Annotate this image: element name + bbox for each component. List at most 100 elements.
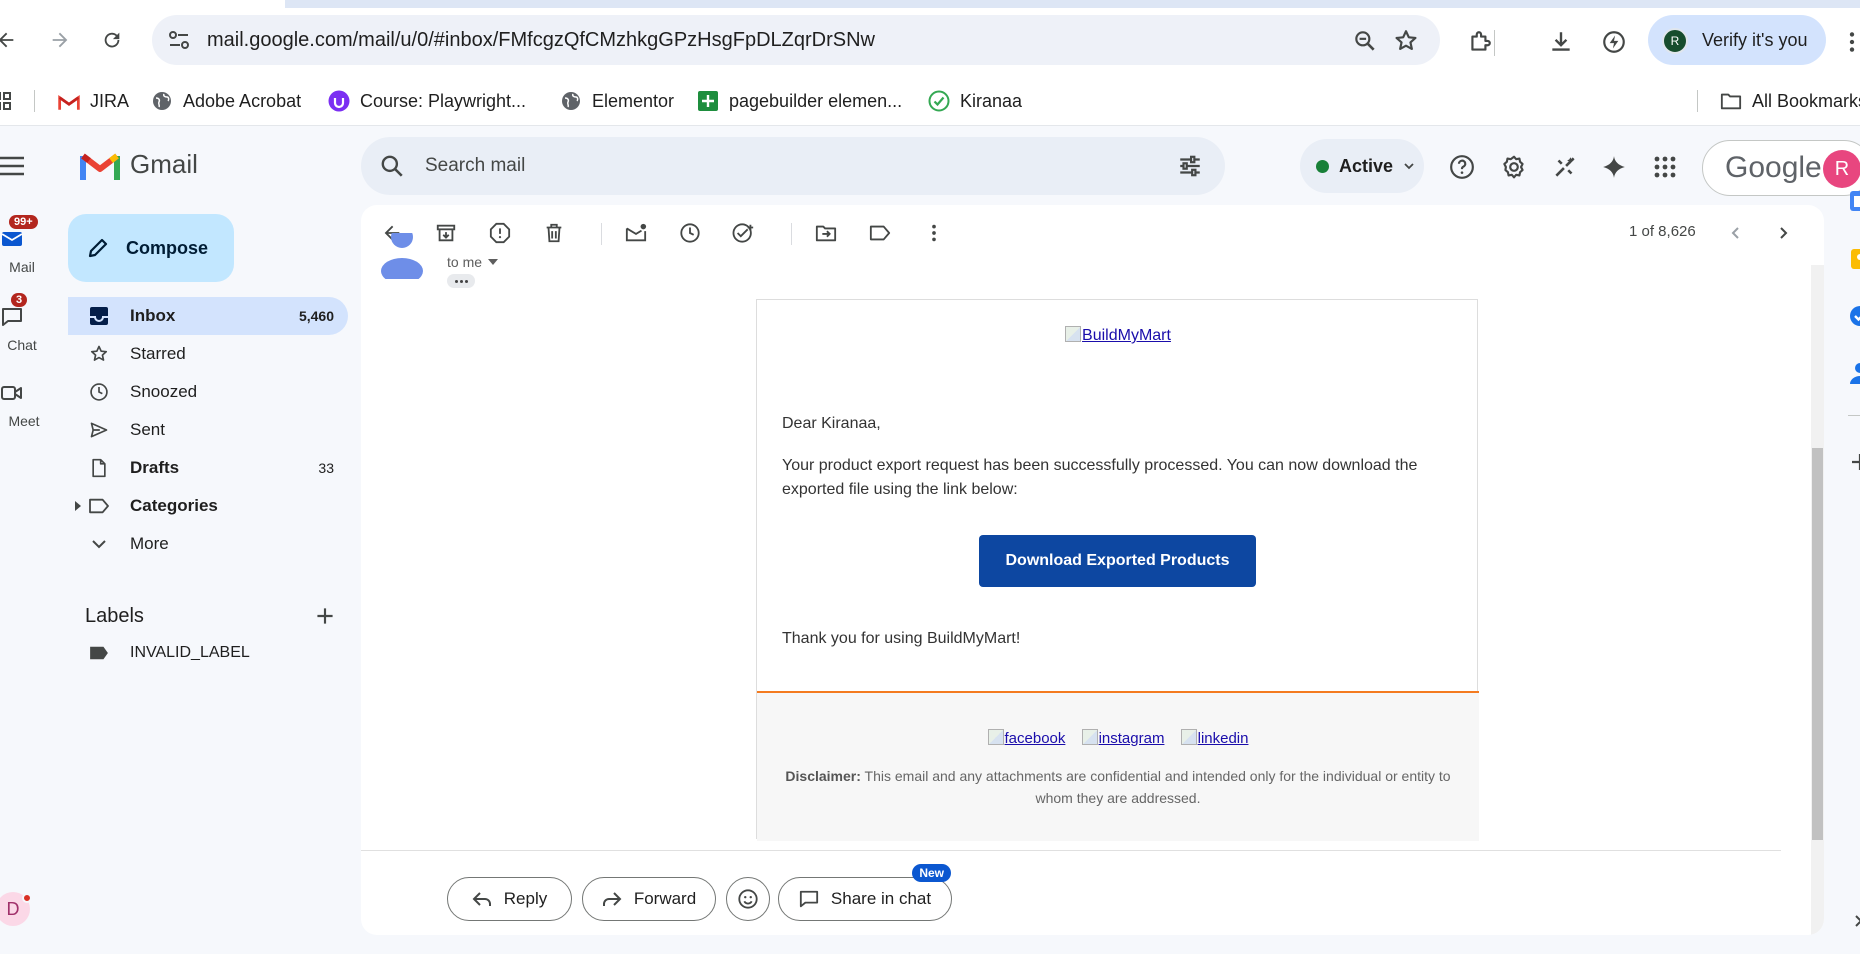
scrollbar-thumb[interactable]: [1812, 448, 1823, 840]
older-chevron-icon[interactable]: [1768, 218, 1798, 248]
forward-button[interactable]: [42, 22, 78, 58]
linkedin-link[interactable]: linkedin: [1180, 729, 1248, 747]
active-tab[interactable]: [0, 0, 285, 8]
delete-trash-icon[interactable]: [539, 218, 569, 248]
nav-item-sent[interactable]: Sent: [68, 411, 348, 449]
nav-label: Snoozed: [130, 382, 198, 401]
rail-label: Mail: [9, 259, 35, 275]
side-panel-divider: [1848, 415, 1860, 416]
brand-logo-link[interactable]: BuildMyMart: [757, 326, 1479, 345]
app-rail: 99+ Mail 3 Chat Meet D: [0, 127, 54, 954]
more-vert-icon[interactable]: [1838, 28, 1860, 56]
all-bookmarks-folder[interactable]: All Bookmarks: [1720, 86, 1860, 116]
downloads-icon[interactable]: [1547, 28, 1575, 56]
nav-label: Drafts: [130, 458, 180, 477]
bookmark-label: pagebuilder elemen...: [729, 90, 903, 111]
more-options-icon[interactable]: [919, 218, 949, 248]
bookmarks-bar: JIRA Adobe Acrobat Course: Playwright...…: [0, 76, 1860, 126]
gemini-tools-icon[interactable]: [1551, 153, 1579, 181]
extensions-icon[interactable]: [1466, 28, 1494, 56]
keep-notes-icon[interactable]: [1848, 248, 1860, 270]
back-button[interactable]: [0, 22, 24, 58]
emoji-reaction-button[interactable]: [726, 877, 770, 921]
nav-label: Sent: [130, 420, 165, 439]
add-to-tasks-icon[interactable]: [729, 218, 759, 248]
bookmark-kiranaa[interactable]: Kiranaa: [928, 86, 1022, 116]
bookmark-star-icon[interactable]: [1393, 28, 1419, 54]
archive-icon[interactable]: [431, 218, 461, 248]
globe-icon: [151, 90, 173, 112]
rail-meet[interactable]: Meet: [0, 379, 54, 429]
nav-item-more[interactable]: More: [68, 525, 348, 563]
instagram-link[interactable]: instagram: [1081, 729, 1164, 747]
pencil-icon: [88, 238, 108, 258]
nav-label: Categories: [130, 496, 218, 515]
search-icon[interactable]: [379, 153, 405, 179]
label-as-icon[interactable]: [865, 218, 895, 248]
bookmark-pagebuilder[interactable]: pagebuilder elemen...: [697, 86, 902, 116]
apps-grid-icon[interactable]: [0, 86, 12, 116]
zoom-icon[interactable]: [1352, 28, 1378, 54]
chevron-down-icon: [88, 533, 110, 555]
bookmark-jira[interactable]: JIRA: [58, 86, 129, 116]
disclaimer-text: Disclaimer: This email and any attachmen…: [777, 765, 1459, 809]
calendar-icon[interactable]: [1848, 190, 1860, 212]
contacts-icon[interactable]: [1848, 362, 1860, 384]
site-info-icon[interactable]: [166, 28, 192, 52]
recipient-details[interactable]: to me: [447, 254, 499, 270]
mark-unread-icon[interactable]: [621, 218, 651, 248]
main-menu-icon[interactable]: [0, 155, 26, 177]
bookmark-elementor[interactable]: Elementor: [560, 86, 674, 116]
help-icon[interactable]: [1448, 153, 1476, 181]
download-exported-products-button[interactable]: Download Exported Products: [979, 535, 1256, 587]
rail-chat[interactable]: 3 Chat: [0, 293, 54, 353]
compose-button[interactable]: Compose: [68, 214, 234, 282]
gemini-sparkle-icon[interactable]: [1600, 153, 1628, 181]
settings-gear-icon[interactable]: [1500, 153, 1528, 181]
nav-item-starred[interactable]: Starred: [68, 335, 348, 373]
search-options-icon[interactable]: [1177, 153, 1203, 179]
nav-item-categories[interactable]: Categories: [68, 487, 348, 525]
verify-identity-chip[interactable]: R Verify it's you: [1648, 15, 1826, 65]
label-item[interactable]: INVALID_LABEL: [88, 644, 250, 662]
google-apps-icon[interactable]: [1651, 153, 1679, 181]
report-spam-icon[interactable]: [485, 218, 515, 248]
gmail-logo-icon[interactable]: [80, 150, 120, 180]
arrow-left-icon: [0, 32, 14, 48]
rail-mail[interactable]: 99+ Mail: [0, 215, 54, 275]
search-input[interactable]: [425, 151, 1105, 181]
address-bar[interactable]: mail.google.com/mail/u/0/#inbox/FMfcgzQf…: [152, 15, 1440, 65]
snooze-clock-icon[interactable]: [675, 218, 705, 248]
reload-button[interactable]: [94, 22, 130, 58]
nav-item-inbox[interactable]: Inbox 5,460: [68, 297, 348, 335]
new-badge: New: [912, 864, 951, 882]
folder-icon: [1720, 90, 1742, 112]
reply-button[interactable]: Reply: [447, 877, 572, 921]
move-to-folder-icon[interactable]: [811, 218, 841, 248]
star-icon: [88, 343, 110, 365]
show-trimmed-content-button[interactable]: [447, 274, 475, 288]
url-text[interactable]: mail.google.com/mail/u/0/#inbox/FMfcgzQf…: [207, 29, 875, 52]
share-in-chat-button[interactable]: Share in chat New: [778, 864, 952, 921]
sender-avatar-icon[interactable]: [379, 233, 425, 279]
bookmark-playwright-course[interactable]: Course: Playwright...: [328, 86, 526, 116]
newer-chevron-icon[interactable]: [1721, 218, 1751, 248]
bookmark-label: Course: Playwright...: [360, 90, 527, 111]
bookmark-adobe-acrobat[interactable]: Adobe Acrobat: [151, 86, 301, 116]
performance-icon[interactable]: [1600, 28, 1628, 56]
reply-label: Reply: [503, 889, 548, 908]
add-label-icon[interactable]: [312, 603, 338, 629]
email-greeting: Dear Kiranaa,: [782, 415, 881, 432]
get-addons-plus-icon[interactable]: [1848, 451, 1860, 473]
status-chip[interactable]: Active: [1300, 139, 1424, 193]
forward-message-button[interactable]: Forward: [582, 877, 716, 921]
caret-right-icon[interactable]: [74, 501, 82, 511]
facebook-link[interactable]: facebook: [987, 729, 1065, 747]
disclaimer-body: This email and any attachments are confi…: [860, 768, 1451, 806]
tasks-icon[interactable]: [1848, 305, 1860, 327]
nav-item-snoozed[interactable]: Snoozed: [68, 373, 348, 411]
nav-item-drafts[interactable]: Drafts 33: [68, 449, 348, 487]
globe-icon: [560, 90, 582, 112]
bookmark-label: All Bookmarks: [1752, 90, 1860, 111]
hide-side-panel-icon[interactable]: [1848, 910, 1860, 932]
